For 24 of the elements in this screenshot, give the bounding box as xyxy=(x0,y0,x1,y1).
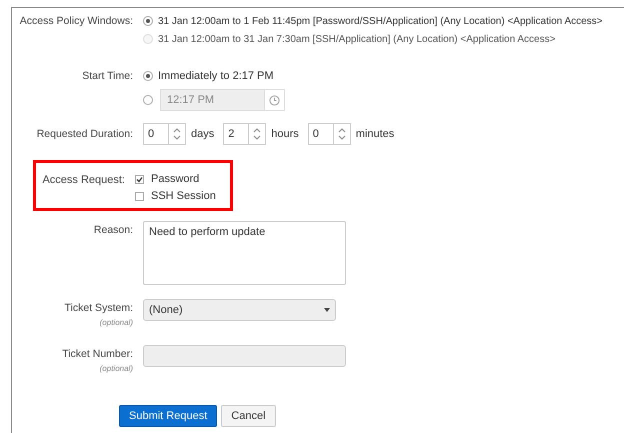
field-label: Start Time: xyxy=(82,69,133,84)
field-label: Access Request: xyxy=(42,174,125,186)
number-field[interactable]: 2 xyxy=(223,123,266,145)
optional-note: (optional) xyxy=(100,317,133,329)
field-label: Access Policy Windows: xyxy=(20,14,133,29)
cancel-button[interactable]: Cancel xyxy=(221,405,276,427)
number-field[interactable]: 0 xyxy=(308,123,351,145)
checkbox-label: Password xyxy=(151,172,200,188)
field-label: Reason: xyxy=(94,223,133,238)
checkbox-label: SSH Session xyxy=(151,189,216,204)
field-label: Requested Duration: xyxy=(36,127,133,142)
option-label: Immediately to 2:17 PM xyxy=(158,68,274,84)
optional-note: (optional) xyxy=(100,363,133,375)
ticket-system-dropdown[interactable]: (None) xyxy=(143,299,336,321)
number-field[interactable]: 0 xyxy=(143,123,186,145)
option-label: 31 Jan 12:00am to 1 Feb 11:45pm [Password/SSH/Application] (Any Location) <Application Access> xyxy=(158,14,603,28)
reason-field[interactable]: Need to perform update xyxy=(143,221,346,285)
unit-label: minutes xyxy=(356,126,394,142)
field-label: Ticket System: xyxy=(64,301,133,316)
unit-label: hours xyxy=(271,126,299,142)
submit-button[interactable]: Submit Request xyxy=(119,405,218,427)
option-label: 31 Jan 12:00am to 31 Jan 7:30am [SSH/Application] (Any Location) <Application Access> xyxy=(158,32,556,46)
field-label: Ticket Number: xyxy=(62,347,133,362)
unit-label: days xyxy=(191,126,214,142)
